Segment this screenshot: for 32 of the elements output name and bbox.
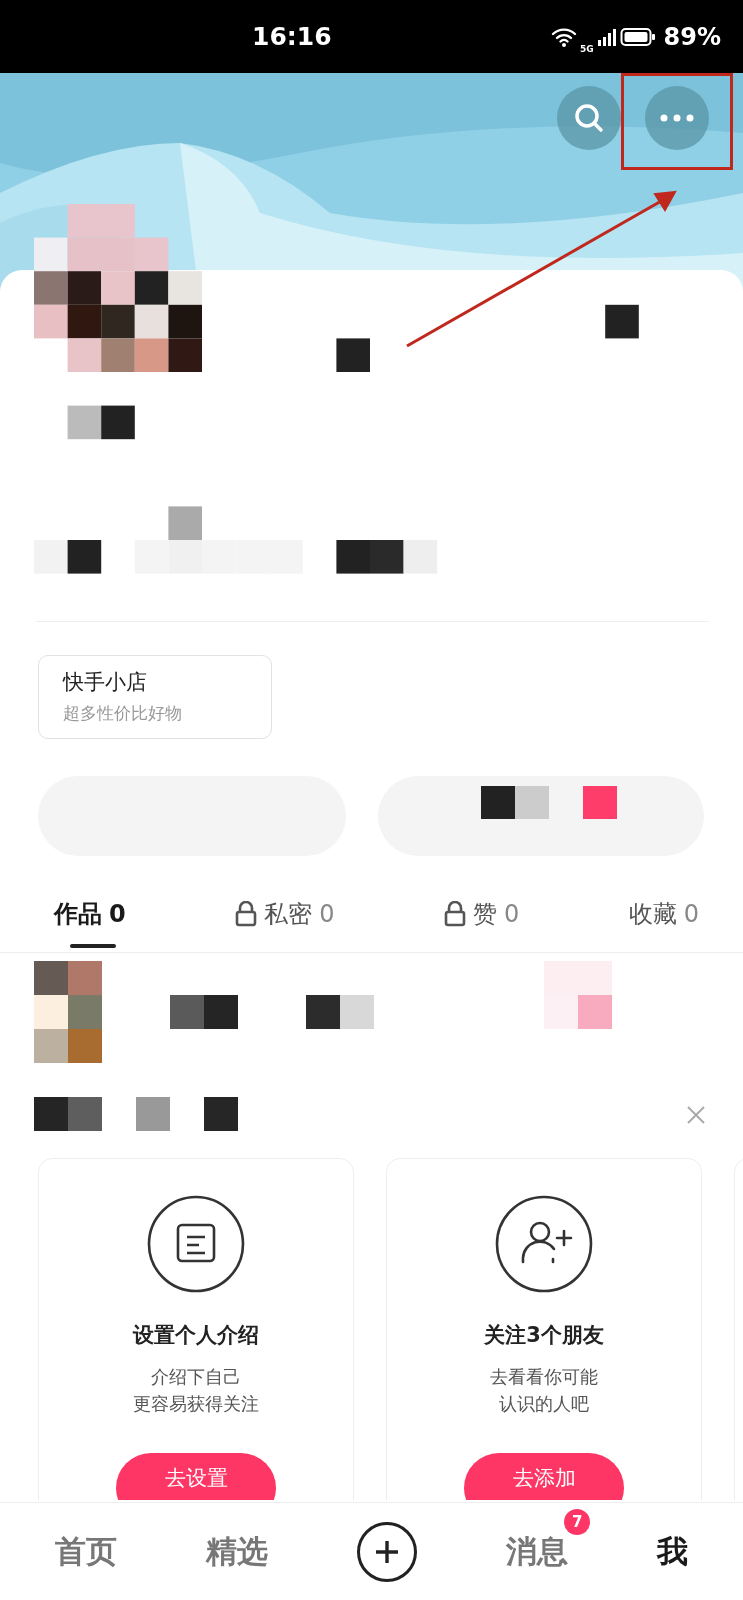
card-title: 设置个人介绍 [133,1322,259,1349]
profile-tab[interactable]: 收藏 0 [628,898,699,930]
shop-subtitle: 超多性价比好物 [63,702,183,725]
card-description: 介绍下自己 [151,1365,241,1389]
profile-tab[interactable]: 作品 0 [54,898,126,930]
profile-tab[interactable]: 私密 0 [235,898,335,930]
card-description: 认识的人吧 [499,1392,589,1416]
network-label: 5G [579,43,594,54]
shop-card[interactable]: 快手小店 超多性价比好物 [38,655,272,739]
note-icon [147,1195,245,1293]
message-badge: 7 [564,1509,591,1535]
status-time: 16:16 [252,22,332,51]
card-title: 关注3个朋友 [484,1322,604,1349]
more-icon [659,113,695,123]
nav-tab[interactable]: 首页 [54,1531,117,1573]
card-action-button[interactable]: 去设置 [116,1453,276,1500]
profile-tab[interactable]: 赞 0 [443,898,520,930]
plus-icon [373,1539,400,1565]
signal-icon [596,26,617,47]
shop-title: 快手小店 [63,669,148,696]
tab-underline [70,944,116,948]
nav-tab[interactable]: 精选 [205,1531,268,1573]
add-user-icon [495,1195,593,1293]
search-icon [572,101,606,135]
wifi-icon [550,26,577,47]
card-description: 去看看你可能 [490,1365,598,1389]
card-action-button[interactable]: 去添加 [464,1453,624,1500]
nav-tab[interactable]: 我 [657,1531,689,1573]
close-icon[interactable] [686,1105,706,1125]
battery-icon [619,26,656,47]
battery-percent: 89% [663,22,721,51]
card-description: 更容易获得关注 [133,1392,259,1416]
